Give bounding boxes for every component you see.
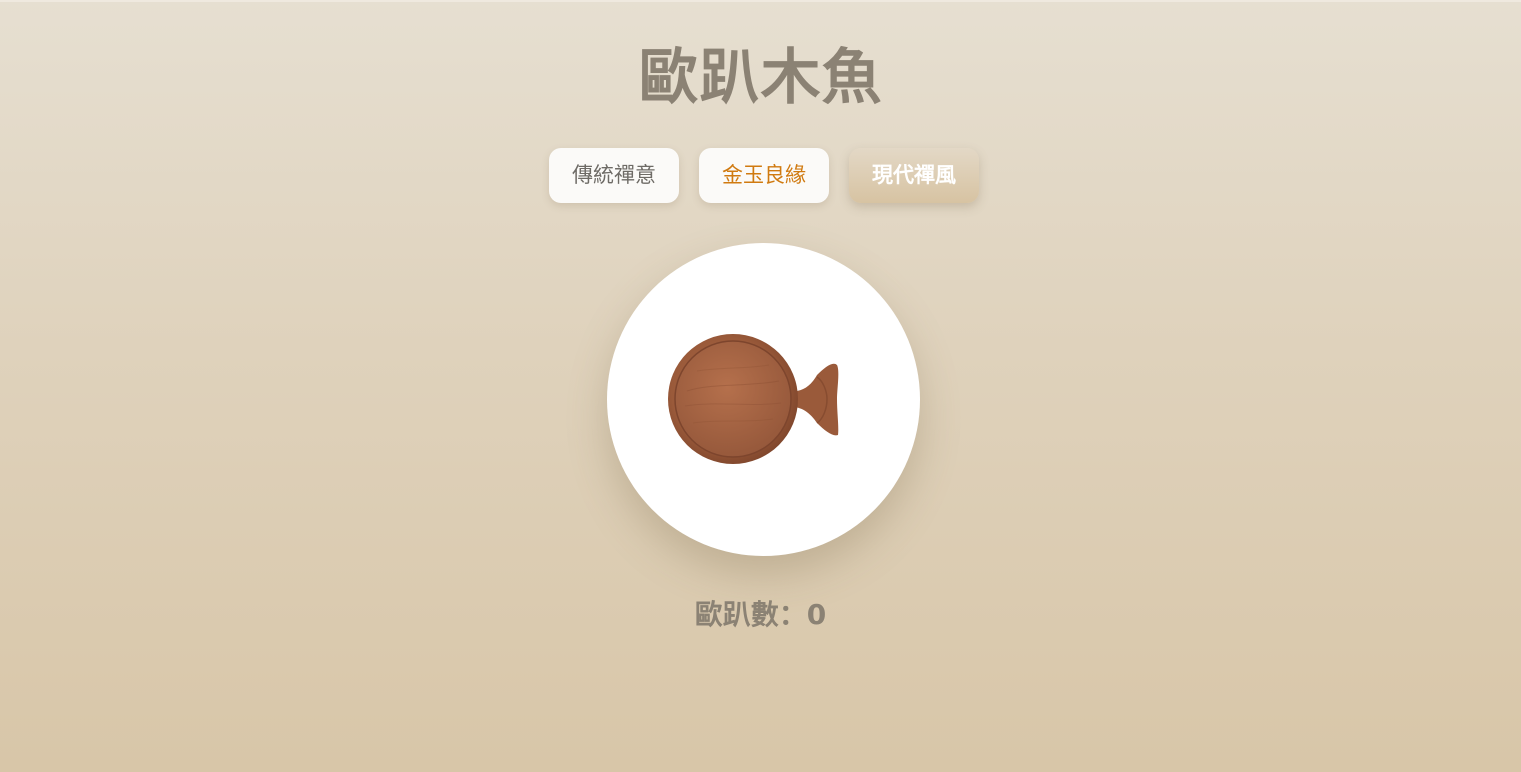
theme-selector: 傳統禪意 金玉良緣 現代禪風 (549, 148, 979, 203)
counter-value: 0 (806, 598, 827, 631)
wooden-fish-button[interactable] (607, 243, 920, 556)
theme-button-modern[interactable]: 現代禪風 (849, 148, 979, 203)
theme-button-golden[interactable]: 金玉良緣 (699, 148, 829, 203)
theme-button-traditional[interactable]: 傳統禪意 (549, 148, 679, 203)
page-title: 歐趴木魚 (638, 43, 883, 113)
hit-counter: 歐趴數：0 (0, 596, 1521, 634)
app-container: 歐趴木魚 傳統禪意 金玉良緣 現代禪風 歐趴數：0 (0, 2, 1521, 772)
wooden-fish-icon (668, 334, 839, 464)
counter-label: 歐趴數： (694, 598, 807, 631)
